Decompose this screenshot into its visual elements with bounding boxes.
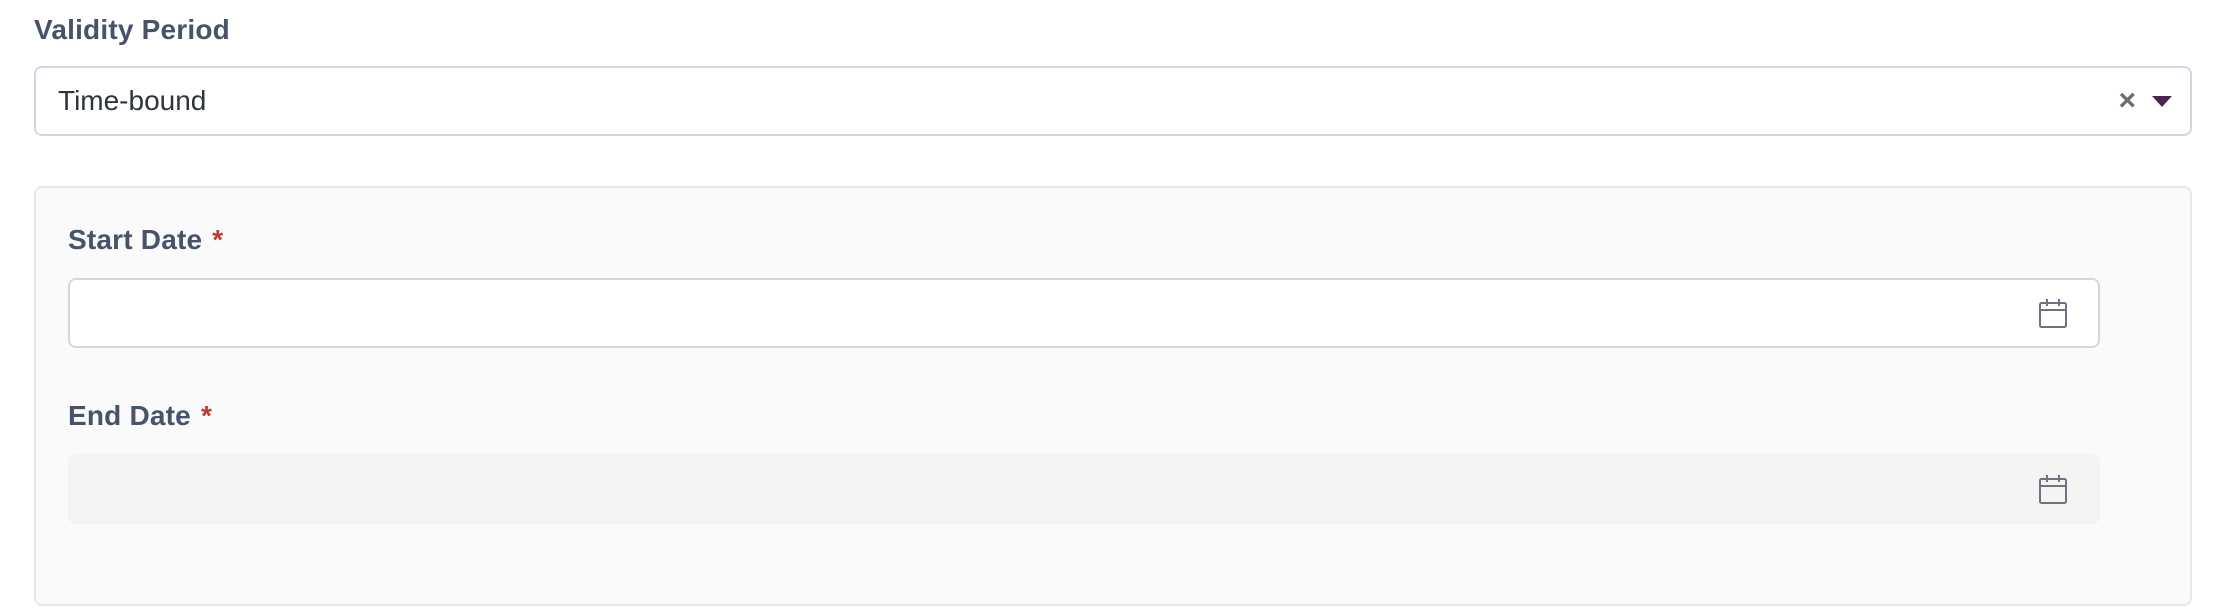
calendar-icon[interactable] (2038, 298, 2068, 330)
end-date-label-text: End Date (68, 400, 191, 431)
validity-period-form: Validity Period Time-bound × Start Date *… (0, 0, 2218, 608)
start-date-label-text: Start Date (68, 224, 203, 255)
start-date-input[interactable] (68, 278, 2100, 348)
start-date-label: Start Date * (68, 224, 223, 256)
validity-period-select[interactable]: Time-bound × (34, 66, 2192, 136)
validity-period-label-text: Validity Period (34, 14, 230, 45)
validity-period-label: Validity Period (34, 14, 230, 46)
required-asterisk: * (200, 400, 213, 431)
caret-down-icon[interactable] (2152, 96, 2172, 107)
validity-period-value: Time-bound (58, 85, 207, 116)
end-date-label: End Date * (68, 400, 212, 432)
end-date-input[interactable] (68, 454, 2100, 524)
calendar-icon (2039, 475, 2067, 504)
date-range-panel: Start Date * End Date * (34, 186, 2192, 606)
clear-icon[interactable]: × (2118, 68, 2136, 134)
required-asterisk: * (212, 224, 224, 255)
